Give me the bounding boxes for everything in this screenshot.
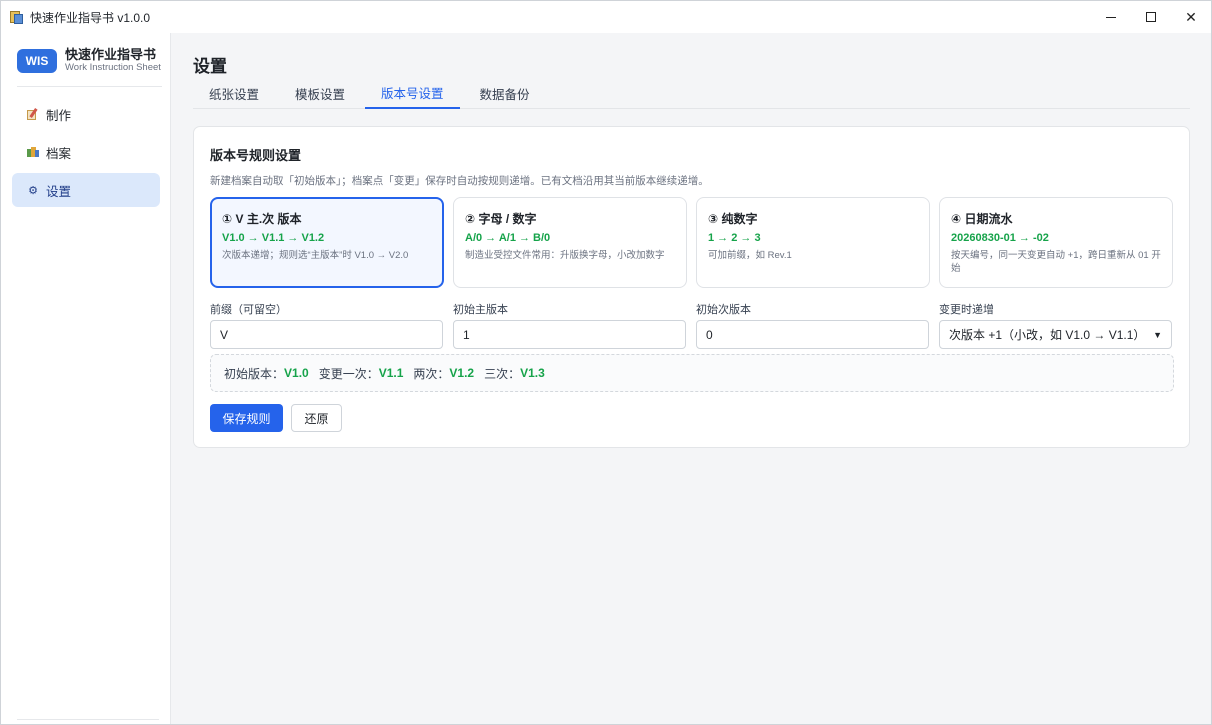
title-bar: 快速作业指导书 v1.0.0 ✕ xyxy=(1,1,1211,33)
preview-second-label: 两次： xyxy=(413,366,450,381)
option-example: A/0 → A/1 → B/0 xyxy=(465,232,551,244)
minimize-button[interactable] xyxy=(1091,1,1131,33)
maximize-icon xyxy=(1146,12,1156,22)
page-title: 设置 xyxy=(193,57,227,76)
option-title: ① V 主.次 版本 xyxy=(222,212,302,226)
save-rules-button[interactable]: 保存规则 xyxy=(210,404,283,432)
option-title: ② 字母 / 数字 xyxy=(465,212,537,226)
sidebar-item-archive[interactable]: 档案 xyxy=(12,135,160,169)
increment-label: 变更时递增 xyxy=(939,304,994,316)
sidebar-item-label: 设置 xyxy=(46,184,72,199)
option-note: 按天编号，同一天变更自动 +1，跨日重新从 01 开始 xyxy=(951,250,1161,274)
preview-third-value: V1.3 xyxy=(520,366,545,380)
tab-version[interactable]: 版本号设置 xyxy=(365,78,460,109)
minimize-icon xyxy=(1106,16,1116,18)
preview-second-value: V1.2 xyxy=(449,366,475,380)
option-note: 制造业受控文件常用：升版换字母，小改加数字 xyxy=(465,250,665,261)
preview-first-value: V1.1 xyxy=(378,366,404,380)
increment-selected-value: 次版本 +1（小改，如 V1.0 → V1.1） xyxy=(949,328,1146,342)
app-subtitle: Work Instruction Sheet xyxy=(65,62,161,73)
rule-fields: 前缀（可留空） V 初始主版本 1 初始次版本 0 变更时递增 次版本 +1（小… xyxy=(210,301,1172,349)
app-logo: WIS xyxy=(17,48,57,73)
card-title: 版本号规则设置 xyxy=(210,148,302,163)
tab-backup[interactable]: 数据备份 xyxy=(464,78,546,109)
option-example: 1 → 2 → 3 xyxy=(708,232,761,244)
initial-minor-input[interactable]: 0 xyxy=(696,320,929,349)
initial-major-field-group: 初始主版本 1 xyxy=(453,301,686,349)
option-title: ④ 日期流水 xyxy=(951,212,1013,226)
sidebar-divider xyxy=(17,719,159,720)
scheme-option-number[interactable]: ③ 纯数字 1 → 2 → 3 可加前缀，如 Rev.1 xyxy=(696,197,930,288)
version-scheme-options: ① V 主.次 版本 V1.0 → V1.1 → V1.2 次版本递增；规则选“… xyxy=(210,197,1182,288)
preview-initial-label: 初始版本： xyxy=(224,366,285,381)
sidebar-item-settings[interactable]: ⚙ 设置 xyxy=(12,173,160,207)
scheme-option-date-serial[interactable]: ④ 日期流水 20260830-01 → -02 按天编号，同一天变更自动 +1… xyxy=(939,197,1173,288)
increment-field-group: 变更时递增 次版本 +1（小改，如 V1.0 → V1.1） ▼ xyxy=(939,301,1172,349)
option-note: 可加前缀，如 Rev.1 xyxy=(708,250,792,261)
initial-minor-field-group: 初始次版本 0 xyxy=(696,301,929,349)
initial-major-label: 初始主版本 xyxy=(453,304,508,316)
books-icon xyxy=(26,145,40,159)
prefix-field-group: 前缀（可留空） V xyxy=(210,301,443,349)
scheme-option-letter-number[interactable]: ② 字母 / 数字 A/0 → A/1 → B/0 制造业受控文件常用：升版换字… xyxy=(453,197,687,288)
scheme-option-major-minor[interactable]: ① V 主.次 版本 V1.0 → V1.1 → V1.2 次版本递增；规则选“… xyxy=(210,197,444,288)
window-controls: ✕ xyxy=(1091,1,1211,33)
initial-minor-label: 初始次版本 xyxy=(696,304,751,316)
settings-tabs: 纸张设置 模板设置 版本号设置 数据备份 xyxy=(193,78,1190,109)
tab-paper[interactable]: 纸张设置 xyxy=(193,78,275,109)
app-name: 快速作业指导书 xyxy=(65,47,157,62)
option-example: 20260830-01 → -02 xyxy=(951,232,1049,244)
maximize-button[interactable] xyxy=(1131,1,1171,33)
gear-icon: ⚙ xyxy=(28,184,38,197)
version-rules-card: 版本号规则设置 新建档案自动取「初始版本」；档案点「变更」保存时自动按规则递增。… xyxy=(193,126,1190,448)
window-title: 快速作业指导书 v1.0.0 xyxy=(30,10,151,25)
version-preview: 初始版本： V1.0 变更一次： V1.1 两次： V1.2 三次： V1.3 xyxy=(210,354,1174,392)
initial-major-input[interactable]: 1 xyxy=(453,320,686,349)
sidebar-item-make[interactable]: 制作 xyxy=(12,97,160,131)
option-note: 次版本递增；规则选“主版本”时 V1.0 → V2.0 xyxy=(222,250,409,261)
sidebar-item-label: 档案 xyxy=(46,146,72,161)
close-button[interactable]: ✕ xyxy=(1171,1,1211,33)
reset-button[interactable]: 还原 xyxy=(291,404,342,432)
preview-third-label: 三次： xyxy=(484,366,521,381)
option-example: V1.0 → V1.1 → V1.2 xyxy=(222,232,325,244)
prefix-input[interactable]: V xyxy=(210,320,443,349)
brand: WIS 快速作业指导书 Work Instruction Sheet xyxy=(17,43,162,87)
sidebar: WIS 快速作业指导书 Work Instruction Sheet 制作 档案… xyxy=(1,33,171,724)
app-icon xyxy=(10,10,24,24)
increment-select[interactable]: 次版本 +1（小改，如 V1.0 → V1.1） ▼ xyxy=(939,320,1172,349)
option-title: ③ 纯数字 xyxy=(708,212,758,226)
edit-icon xyxy=(26,107,40,121)
prefix-label: 前缀（可留空） xyxy=(210,304,287,316)
app-window: 快速作业指导书 v1.0.0 ✕ WIS 快速作业指导书 Work Instru… xyxy=(0,0,1212,725)
card-description: 新建档案自动取「初始版本」；档案点「变更」保存时自动按规则递增。已有文档沿用其当… xyxy=(210,175,709,187)
close-icon: ✕ xyxy=(1185,8,1197,25)
sidebar-item-label: 制作 xyxy=(46,108,72,123)
tab-template[interactable]: 模板设置 xyxy=(279,78,361,109)
preview-initial-value: V1.0 xyxy=(284,366,309,380)
main-content: 设置 纸张设置 模板设置 版本号设置 数据备份 版本号规则设置 新建档案自动取「… xyxy=(172,33,1211,724)
chevron-down-icon: ▼ xyxy=(1153,329,1162,340)
preview-first-label: 变更一次： xyxy=(318,366,379,381)
